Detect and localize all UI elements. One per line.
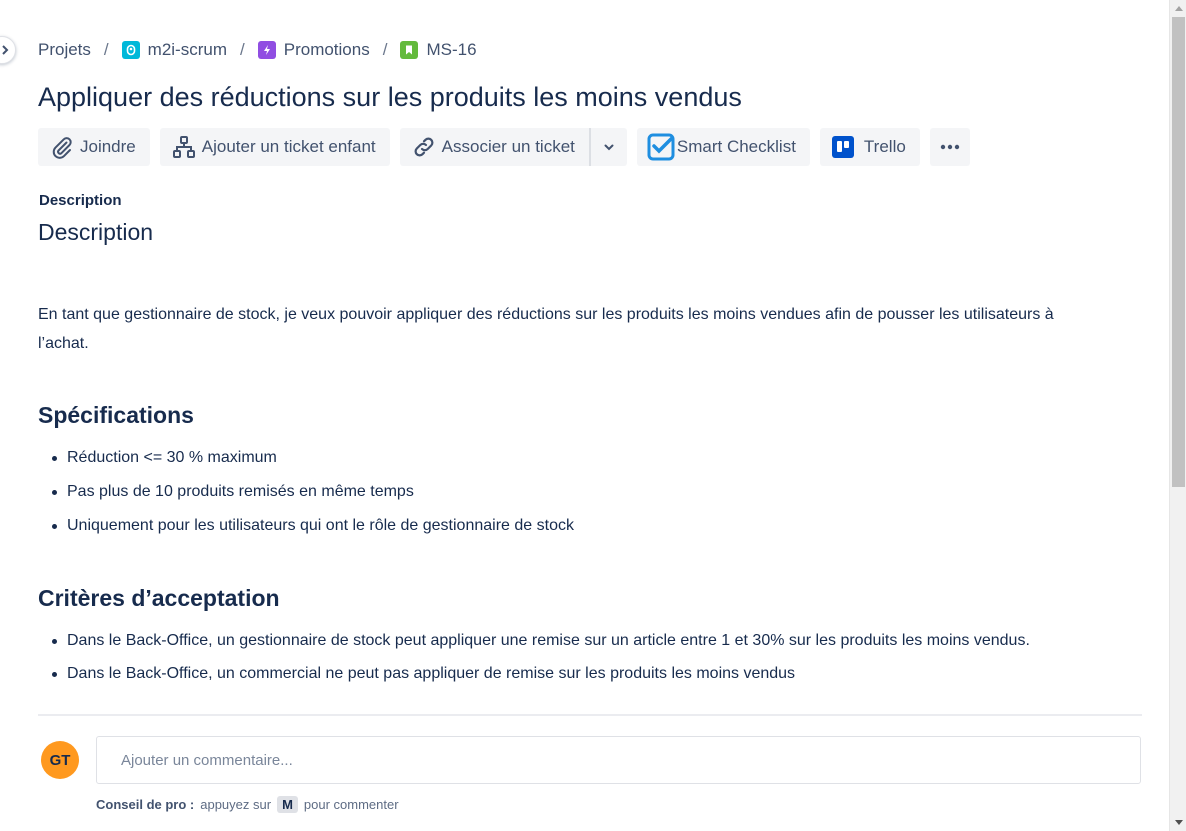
- link-issue-button[interactable]: Associer un ticket: [399, 128, 589, 166]
- issue-title[interactable]: Appliquer des réductions sur les produit…: [38, 82, 742, 113]
- more-horizontal-icon: [940, 144, 960, 150]
- link-issue-split-button: Associer un ticket: [399, 128, 627, 166]
- scroll-up-arrow-icon[interactable]: [1170, 0, 1186, 17]
- smart-checklist-button[interactable]: Smart Checklist: [636, 128, 810, 166]
- issue-toolbar: Joindre Ajouter un ticket enfant Associe…: [38, 128, 980, 166]
- avatar[interactable]: GT: [41, 741, 79, 779]
- hierarchy-icon: [172, 136, 195, 158]
- add-child-issue-button[interactable]: Ajouter un ticket enfant: [159, 128, 390, 166]
- breadcrumb-separator: /: [103, 40, 109, 59]
- pro-tip-text-end: pour commenter: [303, 797, 399, 812]
- breadcrumb-projects[interactable]: Projets: [38, 40, 91, 60]
- link-issue-dropdown-button[interactable]: [588, 128, 627, 166]
- list-item: Pas plus de 10 produits remisés en même …: [52, 481, 574, 515]
- paperclip-icon: [52, 137, 72, 159]
- epic-lightning-icon: [257, 41, 276, 59]
- list-item: Dans le Back-Office, un gestionnaire de …: [52, 630, 1030, 663]
- link-icon: [414, 137, 434, 157]
- breadcrumb-separator: /: [240, 40, 245, 59]
- specifications-list: Réduction <= 30 % maximum Pas plus de 10…: [52, 447, 574, 549]
- scrollbar-thumb[interactable]: [1172, 17, 1185, 487]
- comment-input[interactable]: [96, 736, 1141, 784]
- description-field-label: Description: [39, 192, 122, 209]
- trello-icon: [831, 136, 854, 158]
- pro-tip-label: Conseil de pro :: [96, 797, 195, 812]
- story-bookmark-icon: [400, 41, 419, 59]
- specifications-heading: Spécifications: [38, 402, 194, 428]
- list-item: Dans le Back-Office, un commercial ne pe…: [52, 663, 1030, 696]
- keyboard-shortcut-key: M: [277, 796, 298, 813]
- breadcrumb-project[interactable]: m2i-scrum: [121, 40, 227, 60]
- more-actions-button[interactable]: [929, 128, 970, 166]
- breadcrumb-issue-key[interactable]: MS-16: [400, 40, 477, 60]
- breadcrumb-separator: /: [382, 40, 388, 59]
- vertical-scrollbar[interactable]: [1169, 0, 1186, 831]
- acceptance-criteria-heading: Critères d’acceptation: [38, 585, 280, 611]
- pro-tip: Conseil de pro : appuyez sur M pour comm…: [96, 796, 399, 813]
- chevron-right-icon: [2, 45, 9, 55]
- project-icon: [121, 41, 140, 59]
- description-paragraph[interactable]: En tant que gestionnaire de stock, je ve…: [38, 300, 1108, 358]
- trello-button[interactable]: Trello: [819, 128, 920, 166]
- list-item: Réduction <= 30 % maximum: [52, 447, 574, 481]
- expand-sidebar-button[interactable]: [0, 36, 16, 64]
- breadcrumb-epic[interactable]: Promotions: [257, 40, 370, 60]
- checklist-icon: [647, 133, 675, 161]
- section-divider: [38, 714, 1142, 716]
- attach-button[interactable]: Joindre: [38, 128, 150, 166]
- scroll-down-arrow-icon[interactable]: [1170, 814, 1186, 831]
- breadcrumb: Projets / m2i-scrum / Promotions / MS-16: [38, 38, 477, 62]
- acceptance-criteria-list: Dans le Back-Office, un gestionnaire de …: [52, 630, 1030, 696]
- list-item: Uniquement pour les utilisateurs qui ont…: [52, 515, 574, 549]
- chevron-down-icon: [604, 144, 614, 151]
- pro-tip-text: appuyez sur: [200, 797, 272, 812]
- description-heading: Description: [38, 219, 154, 245]
